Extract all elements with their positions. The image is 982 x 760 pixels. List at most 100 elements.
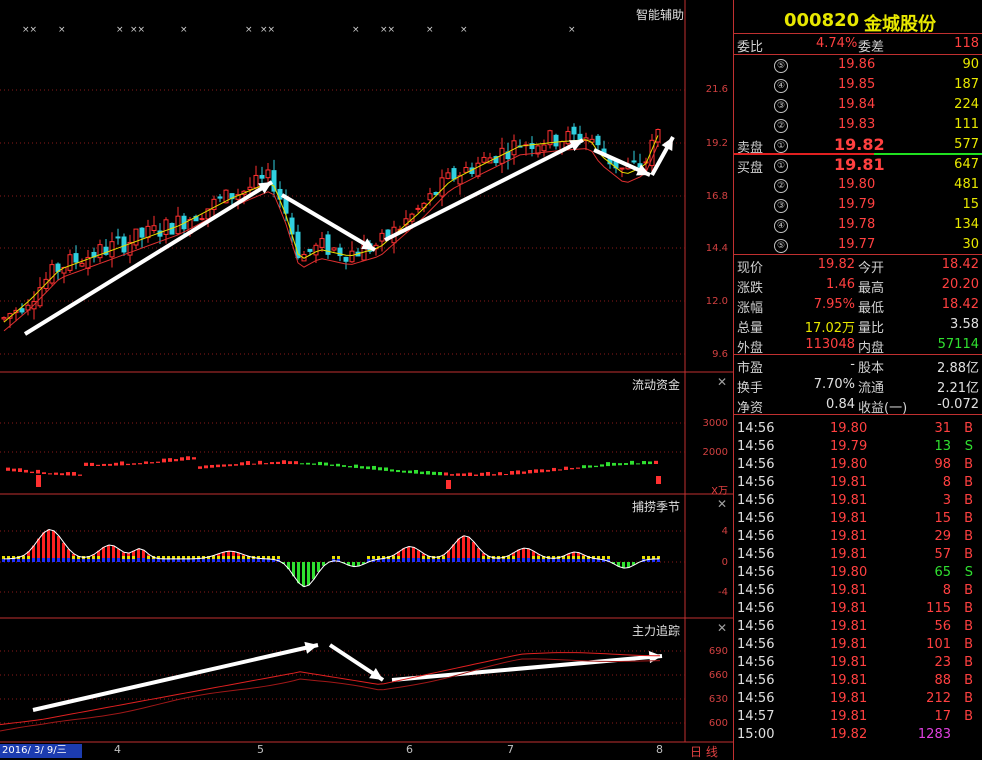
fund-row: 净资 0.84 收益(一) -0.072 (734, 395, 982, 416)
season-bar (647, 556, 650, 559)
flow-bar (48, 473, 52, 475)
season-bar (532, 559, 535, 562)
season-bar (12, 559, 15, 562)
tick-row[interactable]: 14:56 19.80 31 B (734, 420, 982, 438)
trend-arrow (23, 180, 274, 336)
level-price: 19.82 (834, 135, 885, 154)
season-bar (487, 559, 490, 562)
season-bar (422, 559, 425, 562)
tick-side: B (964, 673, 973, 688)
tick-side: B (964, 709, 973, 724)
flow-unit: X万 (711, 486, 728, 497)
season-bar (467, 558, 470, 562)
candle (271, 170, 277, 192)
tick-row[interactable]: 14:56 19.81 23 B (734, 654, 982, 672)
tick-volume: 8 (942, 475, 951, 490)
season-bar (107, 558, 110, 562)
tick-row[interactable]: 15:00 19.82 1283 (734, 726, 982, 744)
season-bar (447, 558, 450, 562)
tick-row[interactable]: 14:56 19.80 65 S (734, 564, 982, 582)
tick-row[interactable]: 14:56 19.81 8 B (734, 582, 982, 600)
tick-row[interactable]: 14:56 19.79 13 S (734, 438, 982, 456)
tick-row[interactable]: 14:56 19.81 88 B (734, 672, 982, 690)
flow-bar (312, 463, 316, 465)
flow-bar (600, 464, 604, 467)
buy-level-row[interactable]: 买盘 ① 19.81 647 (734, 155, 982, 176)
season-bar (642, 556, 645, 559)
sell-level-row[interactable]: ② 19.83 111 (734, 115, 982, 135)
candle (481, 156, 487, 163)
sell-level-row[interactable]: ③ 19.84 224 (734, 95, 982, 115)
buy-level-row[interactable]: ⑤ 19.77 30 (734, 235, 982, 255)
tick-row[interactable]: 14:57 19.81 17 B (734, 708, 982, 726)
season-bar (407, 558, 410, 562)
main-panel-title: 智能辅助 (636, 8, 685, 22)
candle (19, 308, 25, 313)
level-price: 19.77 (838, 237, 876, 252)
flow-bar (90, 462, 94, 466)
candle (49, 264, 55, 284)
flow-bar (234, 464, 238, 466)
flow-bar (522, 471, 526, 474)
buy-level-row[interactable]: ② 19.80 481 (734, 175, 982, 195)
tick-row[interactable]: 14:56 19.81 29 B (734, 528, 982, 546)
tick-row[interactable]: 14:56 19.81 8 B (734, 474, 982, 492)
tick-time: 14:56 (737, 421, 775, 436)
candle (115, 236, 121, 239)
flow-bar (174, 459, 178, 462)
flow-bar (258, 460, 262, 465)
fund-value: 0.84 (826, 397, 855, 412)
candle (73, 253, 79, 263)
flow-bar (576, 467, 580, 469)
tick-row[interactable]: 14:56 19.81 3 B (734, 492, 982, 510)
flow-bar (420, 471, 424, 475)
tick-side: B (964, 637, 973, 652)
tick-row[interactable]: 14:56 19.81 15 B (734, 510, 982, 528)
chart-canvas[interactable]: ×× × × ×× × × ×× × ×× × × × (0, 0, 733, 760)
fund-value: 7.70% (813, 377, 855, 392)
flow-bar (540, 469, 544, 473)
chart-area[interactable]: ×× × × ×× × × ×× × ×× × × × 智能辅助 流动资金 捕捞季节 主力追踪 ✕ ✕… (0, 0, 733, 760)
fund-label: 股本 (858, 361, 885, 376)
flow-bar (264, 463, 268, 465)
sell-level-row[interactable]: ⑤ 19.86 90 (734, 55, 982, 75)
tick-price: 19.81 (830, 691, 868, 706)
tick-row[interactable]: 14:56 19.81 101 B (734, 636, 982, 654)
season-bar (457, 558, 460, 562)
tick-row[interactable]: 14:56 19.81 115 B (734, 600, 982, 618)
sell-level-row[interactable]: ④ 19.85 187 (734, 75, 982, 95)
close-flow-icon[interactable]: ✕ (717, 375, 727, 389)
tick-price: 19.80 (830, 565, 868, 580)
tick-price: 19.81 (830, 493, 868, 508)
period-selector[interactable]: 日 线 (690, 743, 718, 760)
buy-level-row[interactable]: ③ 19.79 15 (734, 195, 982, 215)
close-track-icon[interactable]: ✕ (717, 621, 727, 635)
level-volume: 134 (954, 217, 979, 232)
season-bar (72, 556, 75, 559)
tick-row[interactable]: 14:56 19.81 212 B (734, 690, 982, 708)
close-season-icon[interactable]: ✕ (717, 497, 727, 511)
candle (415, 207, 421, 210)
flow-bar (222, 464, 226, 467)
tick-row[interactable]: 14:56 19.81 56 B (734, 618, 982, 636)
flow-bar (438, 472, 442, 476)
buy-level-row[interactable]: ④ 19.78 134 (734, 215, 982, 235)
candle (451, 168, 457, 180)
season-bar (367, 556, 370, 559)
candle (1, 317, 7, 320)
tick-row[interactable]: 14:56 19.80 98 B (734, 456, 982, 474)
flow-bar (120, 461, 124, 466)
season-bar (112, 558, 115, 562)
flow-bar (300, 463, 304, 465)
tick-row[interactable]: 14:56 19.81 57 B (734, 546, 982, 564)
season-bar (187, 559, 190, 562)
flow-bar (240, 462, 244, 466)
tick-volume: 17 (934, 709, 951, 724)
tick-volume: 56 (934, 619, 951, 634)
tick-time: 14:56 (737, 583, 775, 598)
signal-marker: × (116, 25, 124, 35)
season-bar (337, 556, 340, 559)
flow-bar (306, 462, 310, 465)
sell-level-row[interactable]: 卖盘 ① 19.82 577 (734, 135, 982, 156)
season-bar (132, 556, 135, 559)
